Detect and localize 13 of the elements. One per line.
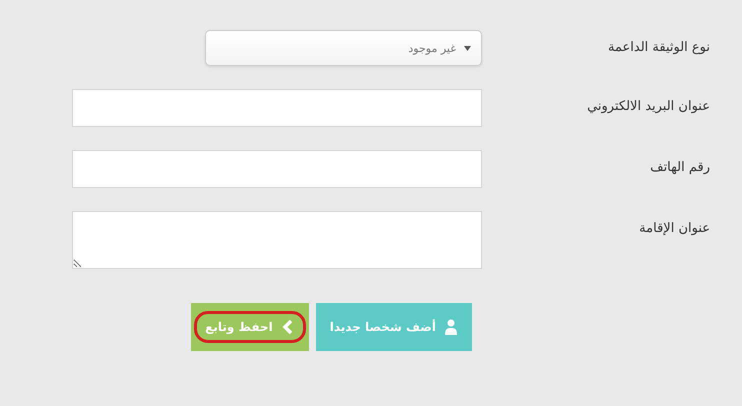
input-field[interactable] [72, 89, 482, 127]
field-label: رقم الهاتف [649, 159, 710, 177]
save-continue-button[interactable]: احفظ وتابع [191, 303, 309, 351]
add-person-button[interactable]: أضف شخصا جديدا [316, 303, 472, 351]
caret-icon [464, 46, 471, 50]
field-label: عنوان الإقامة [638, 220, 710, 238]
input-field[interactable] [72, 150, 482, 188]
chevron-left-icon [280, 319, 295, 335]
textarea-field[interactable] [72, 211, 482, 269]
user-add-icon [444, 319, 458, 335]
field-label: عنوان البريد الالكتروني [586, 98, 710, 116]
field-label: نوع الوثيقة الداعمة [607, 39, 710, 57]
select-field[interactable]: غير موجود [205, 30, 482, 66]
